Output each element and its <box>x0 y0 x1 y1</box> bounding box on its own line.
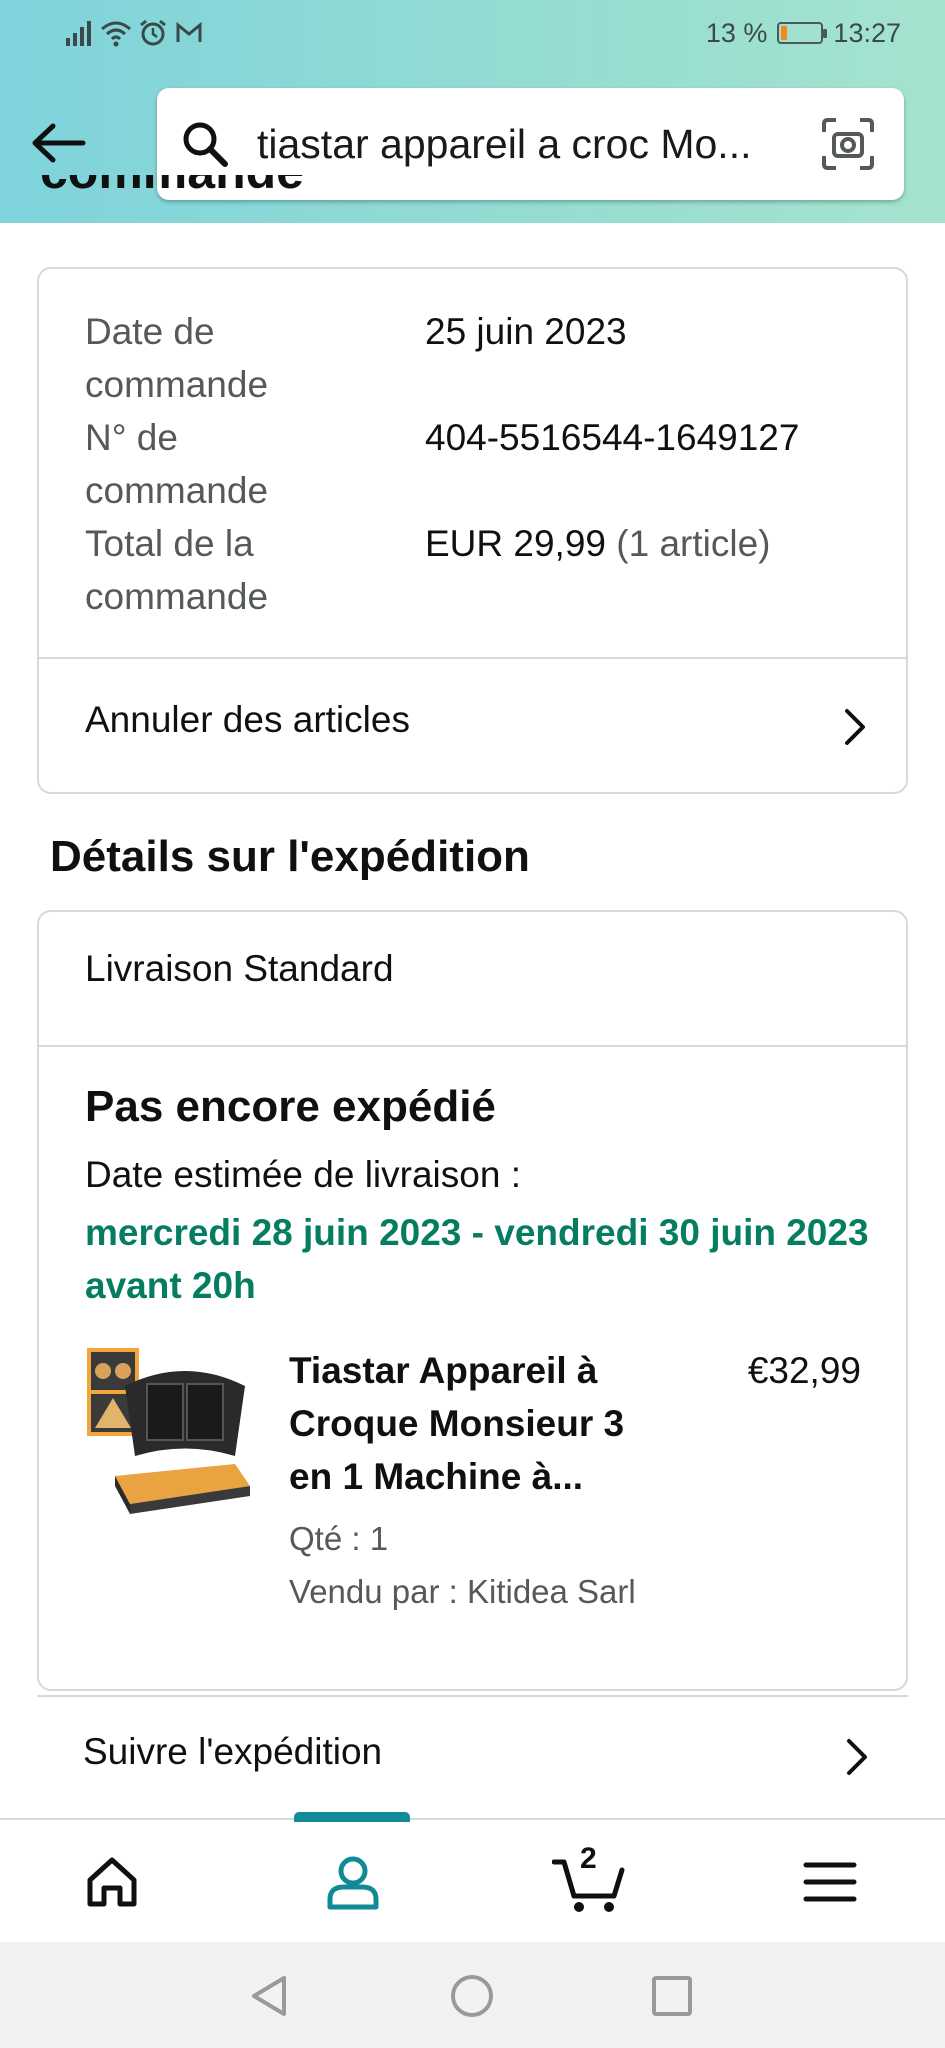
order-date-label: Date de commande <box>85 311 269 405</box>
wifi-icon <box>101 21 131 47</box>
clock: 13:27 <box>833 17 901 48</box>
search-icon <box>183 122 228 167</box>
nav-account[interactable] <box>313 1842 393 1922</box>
status-right: 13 % 13:27 <box>706 14 901 52</box>
divider <box>39 1045 906 1047</box>
shipment-card: Livraison Standard Pas encore expédié Da… <box>37 910 908 1691</box>
nav-menu[interactable] <box>790 1842 870 1922</box>
alarm-icon <box>140 19 166 46</box>
signal-icon <box>66 21 91 46</box>
system-recents-icon[interactable] <box>648 1972 696 2020</box>
cancel-items-label: Annuler des articles <box>85 699 410 740</box>
gmail-icon <box>176 21 202 42</box>
account-icon <box>327 1856 379 1910</box>
back-button[interactable] <box>24 112 94 174</box>
shipment-status: Pas encore expédié <box>85 1082 496 1131</box>
order-date-value: 25 juin 2023 <box>425 311 627 352</box>
order-section-title: commande <box>40 175 640 223</box>
menu-icon <box>803 1862 857 1902</box>
battery-icon <box>777 22 828 44</box>
order-number-label: N° de commande <box>85 417 269 511</box>
back-arrow-icon <box>32 123 86 163</box>
estimated-delivery-label: Date estimée de livraison : <box>85 1154 521 1195</box>
track-shipment-row[interactable]: Suivre l'expédition <box>37 1695 908 1815</box>
order-total-value: EUR 29,99 (1 article) <box>425 517 770 570</box>
system-nav-bar <box>0 1942 945 2048</box>
status-icons <box>64 16 204 50</box>
cart-count-badge: 2 <box>580 1842 597 1875</box>
battery-percent: 13 % <box>705 17 768 48</box>
nav-cart[interactable]: 2 <box>550 1842 630 1922</box>
shipping-method: Livraison Standard <box>85 948 394 989</box>
estimated-delivery-date: mercredi 28 juin 2023 - vendredi 30 juin… <box>85 1212 869 1306</box>
chevron-right-icon <box>845 709 865 745</box>
nav-home[interactable] <box>72 1842 152 1922</box>
product-title[interactable]: Tiastar Appareil à Croque Monsieur 3 en … <box>289 1344 669 1503</box>
search-input[interactable]: tiastar appareil a croc Mo... <box>257 114 777 174</box>
order-total-amount: EUR 29,99 <box>425 523 606 564</box>
shipping-section-title: Détails sur l'expédition <box>50 832 530 881</box>
chevron-right-icon <box>847 1739 867 1775</box>
product-seller: Vendu par : Kitidea Sarl <box>289 1573 636 1610</box>
cancel-items-row[interactable]: Annuler des articles <box>39 659 906 794</box>
bottom-nav: 2 <box>0 1812 945 1942</box>
battery-level <box>781 26 787 40</box>
order-total-items: (1 article) <box>616 523 771 564</box>
order-total-label: Total de la commande <box>85 523 269 617</box>
home-icon <box>87 1857 137 1907</box>
system-back-icon[interactable] <box>246 1972 294 2020</box>
product-quantity: Qté : 1 <box>289 1520 389 1557</box>
track-shipment-label: Suivre l'expédition <box>83 1731 383 1772</box>
active-tab-indicator <box>294 1812 410 1822</box>
order-summary-card: Date de commande 25 juin 2023 N° de comm… <box>37 267 908 794</box>
status-bar: 13 % 13:27 <box>0 0 945 66</box>
order-number-value: 404-5516544-1649127 <box>425 417 800 458</box>
product-price: €32,99 <box>747 1350 861 1391</box>
system-home-icon[interactable] <box>448 1972 496 2020</box>
camera-search-icon[interactable] <box>820 116 876 172</box>
product-image[interactable] <box>85 1346 257 1518</box>
